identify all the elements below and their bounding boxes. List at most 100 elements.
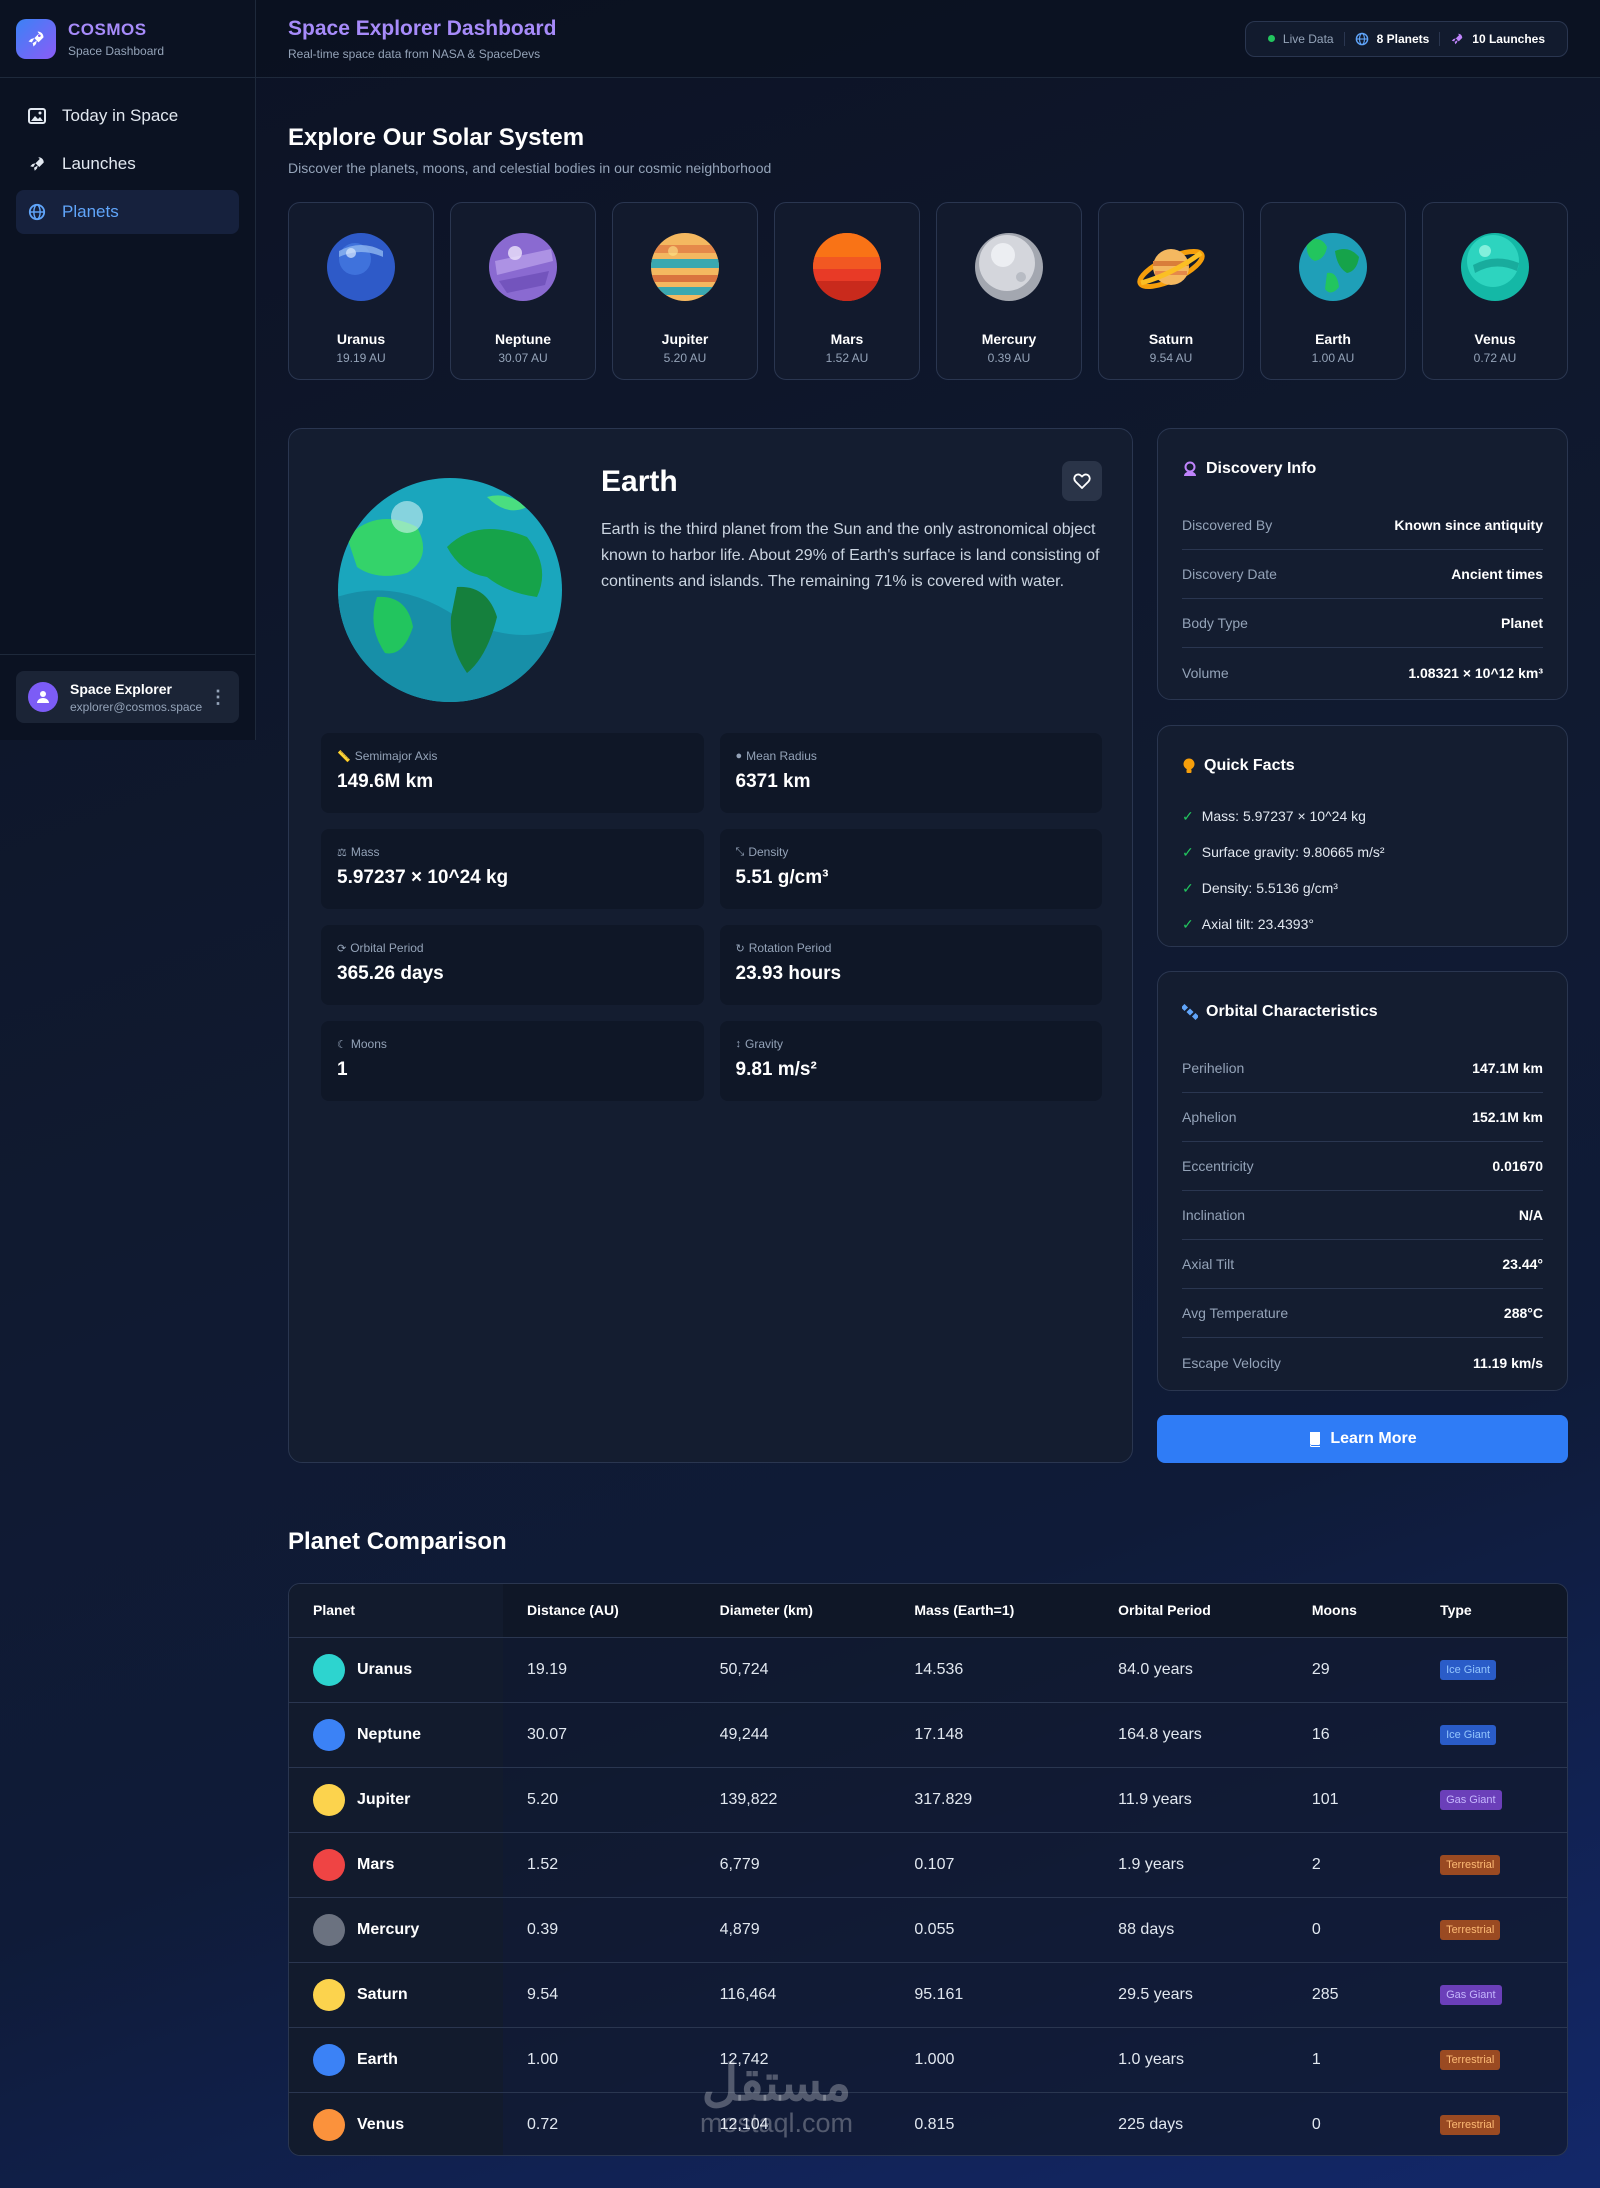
planet-card-saturn[interactable]: Saturn 9.54 AU <box>1098 202 1244 380</box>
column-header[interactable]: Mass (Earth=1) <box>890 1584 1095 1637</box>
planet-distance: 0.39 AU <box>987 351 1031 365</box>
type-badge: Terrestrial <box>1440 2114 1501 2135</box>
diameter-cell: 139,822 <box>695 1766 891 1832</box>
sidebar-item-planets[interactable]: Planets <box>16 190 239 234</box>
table-row[interactable]: Earth 1.00 12,742 1.000 1.0 years 1 Terrestria… <box>289 2026 1567 2092</box>
explore-title: Explore Our Solar System <box>288 124 585 151</box>
distance-cell: 0.39 <box>503 1896 696 1962</box>
live-data-indicator: Live Data <box>1258 32 1344 46</box>
satellite-icon <box>1182 1004 1198 1020</box>
fact-item: ✓ Density: 5.5136 g/cm³ <box>1182 870 1543 906</box>
orbital-row: Inclination N/A <box>1182 1191 1543 1240</box>
planet-color-dot <box>313 1913 345 1946</box>
discovery-row: Discovered By Known since antiquity <box>1182 501 1543 550</box>
table-row[interactable]: Mars 1.52 6,779 0.107 1.9 years 2 Terrestrial <box>289 1831 1567 1897</box>
column-header[interactable]: Orbital Period <box>1094 1584 1288 1637</box>
ruler-icon: 📏 <box>337 750 351 763</box>
mass-cell: 95.161 <box>890 1961 1095 2027</box>
stat-rotation-period: ↻ Rotation Period 23.93 hours <box>719 925 1102 1005</box>
user-astronaut-icon <box>1184 461 1196 476</box>
rocket-icon <box>1452 33 1463 44</box>
mercury-planet-icon <box>975 233 1043 301</box>
stat-gravity: ↕ Gravity 9.81 m/s² <box>719 1021 1102 1101</box>
header-stats: Live Data 8 Planets 10 Launches <box>1244 20 1568 57</box>
planet-name: Uranus <box>336 331 386 347</box>
check-icon: ✓ <box>1182 915 1194 932</box>
orbital-period-cell: 84.0 years <box>1094 1636 1288 1702</box>
stat-label: Mass <box>350 845 380 859</box>
user-card[interactable]: Space Explorer explorer@cosmos.space ⋮ <box>16 671 239 723</box>
favorite-button[interactable] <box>1062 461 1102 501</box>
user-section: Space Explorer explorer@cosmos.space ⋮ <box>0 654 255 739</box>
planet-color-dot <box>313 1783 345 1816</box>
page-subtitle: Real-time space data from NASA & SpaceDe… <box>288 46 541 61</box>
distance-cell: 30.07 <box>503 1701 696 1767</box>
image-icon <box>28 108 46 124</box>
distance-cell: 1.52 <box>503 1831 696 1897</box>
column-header[interactable]: Type <box>1416 1584 1567 1637</box>
planet-description: Earth is the third planet from the Sun a… <box>601 521 1100 590</box>
type-cell: Gas Giant <box>1416 1961 1567 2027</box>
redo-icon: ↻ <box>735 942 745 955</box>
planet-card-neptune[interactable]: Neptune 30.07 AU <box>450 202 596 380</box>
sidebar-item-today[interactable]: Today in Space <box>16 94 239 138</box>
sidebar-nav: Today in Space Launches Planets <box>0 78 255 254</box>
moons-cell: 1 <box>1287 2026 1417 2092</box>
stat-mass: ⚖ Mass 5.97237 × 10^24 kg <box>321 829 704 909</box>
type-cell: Terrestrial <box>1416 1896 1567 1962</box>
planet-cell: Uranus <box>289 1636 503 1702</box>
watermark-arabic: مستقل <box>701 2055 852 2111</box>
table-row[interactable]: Uranus 19.19 50,724 14.536 84.0 years 29 Ice G… <box>289 1636 1567 1702</box>
planet-card-earth[interactable]: Earth 1.00 AU <box>1260 202 1406 380</box>
saturn-planet-icon <box>1137 249 1205 289</box>
fact-item: ✓ Mass: 5.97237 × 10^24 kg <box>1182 798 1543 834</box>
planet-name: Saturn <box>1148 331 1194 347</box>
arrows-vertical-icon: ↕ <box>735 1038 742 1050</box>
row-key: Eccentricity <box>1182 1158 1254 1174</box>
type-badge: Terrestrial <box>1440 1854 1501 1875</box>
type-badge: Gas Giant <box>1440 1789 1502 1810</box>
planet-card-uranus[interactable]: Uranus 19.19 AU <box>288 202 434 380</box>
distance-cell: 0.72 <box>503 2091 696 2155</box>
discovery-row: Discovery Date Ancient times <box>1182 550 1543 599</box>
orbital-row: Aphelion 152.1M km <box>1182 1093 1543 1142</box>
planet-card-mars[interactable]: Mars 1.52 AU <box>774 202 920 380</box>
table-row[interactable]: Mercury 0.39 4,879 0.055 88 days 0 Terrestrial <box>289 1896 1567 1962</box>
planet-card-mercury[interactable]: Mercury 0.39 AU <box>936 202 1082 380</box>
more-options-icon[interactable]: ⋮ <box>209 688 227 706</box>
table-row[interactable]: Neptune 30.07 49,244 17.148 164.8 years 16 Ice… <box>289 1701 1567 1767</box>
table-row[interactable]: Saturn 9.54 116,464 95.161 29.5 years 285 Gas … <box>289 1961 1567 2027</box>
diameter-cell: 4,879 <box>695 1896 891 1962</box>
planet-cell: Saturn <box>289 1961 503 2027</box>
table-row[interactable]: Venus 0.72 12,104 0.815 225 days 0 Terrestrial <box>289 2091 1567 2155</box>
table-row[interactable]: Jupiter 5.20 139,822 317.829 11.9 years 101 Ga… <box>289 1766 1567 1832</box>
learn-more-button[interactable]: Learn More <box>1157 1415 1568 1463</box>
row-key: Axial Tilt <box>1182 1256 1235 1272</box>
distance-cell: 9.54 <box>503 1961 696 2027</box>
orbital-row: Axial Tilt 23.44° <box>1182 1240 1543 1289</box>
row-key: Perihelion <box>1182 1060 1245 1076</box>
discovery-row: Volume 1.08321 × 10^12 km³ <box>1182 648 1543 697</box>
sidebar-item-launches[interactable]: Launches <box>16 142 239 186</box>
column-header[interactable]: Moons <box>1287 1584 1417 1637</box>
planet-card-jupiter[interactable]: Jupiter 5.20 AU <box>612 202 758 380</box>
quick-facts-card: Quick Facts ✓ Mass: 5.97237 × 10^24 kg ✓ S… <box>1157 725 1568 947</box>
column-header[interactable]: Planet <box>289 1584 503 1637</box>
mass-cell: 0.055 <box>890 1896 1095 1962</box>
orbital-title: Orbital Characteristics <box>1206 1003 1378 1020</box>
column-header[interactable]: Diameter (km) <box>695 1584 891 1637</box>
brand[interactable]: COSMOS Space Dashboard <box>0 0 255 78</box>
stat-value: 149.6M km <box>337 771 434 792</box>
planet-card-venus[interactable]: Venus 0.72 AU <box>1422 202 1568 380</box>
planet-cell: Earth <box>289 2026 503 2092</box>
user-name: Space Explorer <box>70 680 172 697</box>
uranus-planet-icon <box>327 233 395 301</box>
earth-image <box>338 478 562 702</box>
planet-name: Neptune <box>357 1725 421 1743</box>
column-header[interactable]: Distance (AU) <box>503 1584 696 1637</box>
mars-planet-icon <box>813 233 881 301</box>
orbital-characteristics-card: Orbital Characteristics Perihelion 147.1M… <box>1157 971 1568 1391</box>
planet-color-dot <box>313 2108 345 2141</box>
earth-planet-icon <box>1299 233 1367 301</box>
orbital-period-cell: 225 days <box>1094 2091 1288 2155</box>
